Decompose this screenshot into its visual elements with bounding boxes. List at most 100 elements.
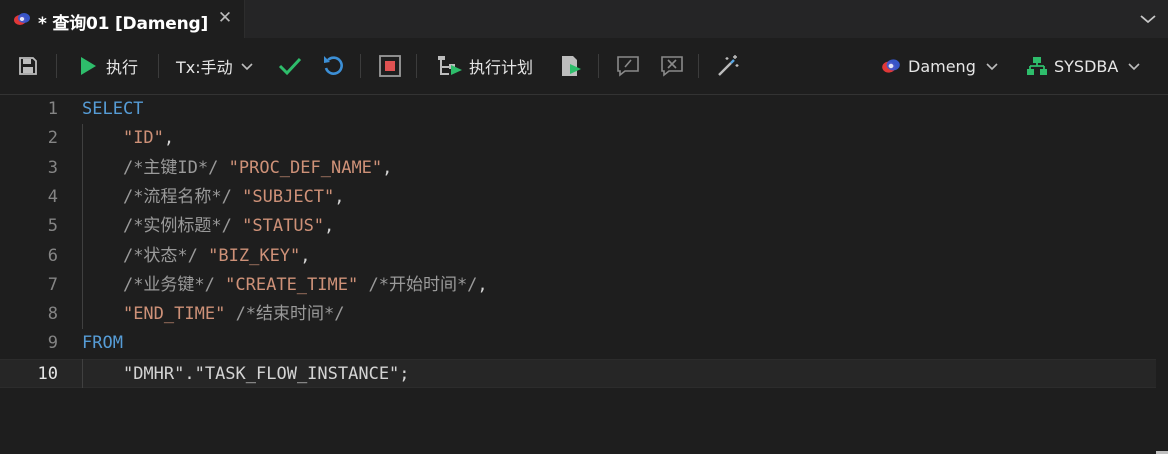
- tab-query01[interactable]: * 查询01 [Dameng] ✕: [0, 0, 245, 38]
- connection-label: Dameng: [908, 56, 976, 76]
- dameng-logo-icon: [882, 59, 900, 73]
- line-number: 1: [47, 99, 58, 119]
- code-line[interactable]: 9 FROM: [0, 329, 1168, 358]
- code-token: "CREATE_TIME": [225, 274, 359, 295]
- code-line[interactable]: 1 SELECT: [0, 95, 1168, 124]
- schema-dropdown[interactable]: SYSDBA: [1026, 52, 1142, 80]
- rollback-button[interactable]: [322, 52, 346, 80]
- toolbar-divider: [698, 54, 699, 78]
- code-text: "ID",: [82, 124, 174, 153]
- execute-label: 执行: [106, 58, 139, 77]
- stop-icon: [379, 55, 401, 77]
- dameng-logo-icon: [14, 13, 30, 25]
- code-text: /*状态*/ "BIZ_KEY",: [82, 242, 311, 271]
- code-line[interactable]: 2 "ID",: [0, 124, 1168, 153]
- execute-button[interactable]: 执行: [78, 52, 138, 80]
- code-line[interactable]: 4 /*流程名称*/ "SUBJECT",: [0, 183, 1168, 212]
- rollback-icon: [324, 56, 343, 75]
- execution-plan-button[interactable]: 执行计划: [437, 52, 533, 80]
- code-token: /*主键ID*/: [122, 157, 219, 178]
- code-line[interactable]: 5 /*实例标题*/ "STATUS",: [0, 212, 1168, 241]
- schema-label: SYSDBA: [1054, 56, 1119, 76]
- code-token: /*业务键*/: [122, 274, 215, 295]
- code-line[interactable]: 3 /*主键ID*/ "PROC_DEF_NAME",: [0, 154, 1168, 183]
- stop-button[interactable]: [378, 52, 402, 80]
- code-text: "END_TIME" /*结束时间*/: [82, 300, 345, 329]
- close-icon[interactable]: ✕: [216, 9, 234, 27]
- sql-editor[interactable]: 1 SELECT 2 "ID", 3 /*主键ID*/ "PROC_DEF_NAME"…: [0, 95, 1168, 454]
- tab-bar: * 查询01 [Dameng] ✕: [0, 0, 1168, 38]
- editor-toolbar: 执行 Tx:手动 执行计划 Dameng SYSDBA: [0, 38, 1168, 95]
- export-button[interactable]: [559, 52, 583, 80]
- code-text: /*业务键*/ "CREATE_TIME" /*开始时间*/,: [82, 271, 488, 300]
- code-text: SELECT: [82, 95, 143, 124]
- toolbar-divider: [416, 54, 417, 78]
- code-token: FROM: [82, 333, 123, 354]
- code-token: "DMHR"."TASK_FLOW_INSTANCE";: [122, 363, 410, 384]
- code-text: /*实例标题*/ "STATUS",: [82, 212, 334, 241]
- chevron-down-icon[interactable]: [1138, 9, 1158, 29]
- line-number: 3: [47, 157, 58, 178]
- code-token: /*实例标题*/: [122, 216, 232, 237]
- code-token: ,: [300, 245, 311, 266]
- line-number: 10: [37, 363, 58, 384]
- code-line[interactable]: 10 "DMHR"."TASK_FLOW_INSTANCE";: [0, 358, 1156, 388]
- code-token: ,: [163, 128, 175, 149]
- code-token: ,: [334, 186, 345, 207]
- chevron-down-icon: [1128, 63, 1140, 71]
- format-sql-button[interactable]: [716, 52, 740, 80]
- line-number: 4: [47, 186, 58, 207]
- uncomment-button[interactable]: [660, 52, 684, 80]
- chevron-down-icon: [241, 63, 253, 71]
- code-token: ,: [324, 216, 335, 237]
- tab-title: * 查询01 [Dameng]: [38, 14, 209, 34]
- toolbar-divider: [158, 54, 159, 78]
- transaction-mode-dropdown[interactable]: Tx:手动: [176, 52, 255, 80]
- indent-guide: [82, 358, 83, 388]
- code-token: /*开始时间*/: [368, 274, 478, 295]
- line-number: 9: [47, 333, 58, 354]
- code-token: "BIZ_KEY": [208, 245, 301, 266]
- uncomment-icon: [661, 56, 683, 77]
- magic-wand-icon: [718, 55, 739, 76]
- save-icon: [19, 57, 37, 75]
- code-line[interactable]: 6 /*状态*/ "BIZ_KEY",: [0, 242, 1168, 271]
- line-number: 2: [47, 128, 58, 149]
- connection-dropdown[interactable]: Dameng: [880, 52, 1000, 80]
- comment-icon: [617, 56, 639, 77]
- code-line[interactable]: 7 /*业务键*/ "CREATE_TIME" /*开始时间*/,: [0, 271, 1168, 300]
- run-icon: [81, 57, 96, 75]
- code-token: /*状态*/: [122, 245, 198, 266]
- code-text: FROM: [82, 329, 123, 358]
- execution-plan-icon: [438, 56, 462, 75]
- save-button[interactable]: [18, 52, 38, 80]
- code-token: ,: [382, 157, 393, 178]
- toolbar-divider: [56, 54, 57, 78]
- comment-button[interactable]: [616, 52, 640, 80]
- code-token: /*结束时间*/: [235, 304, 345, 325]
- code-token: SELECT: [82, 99, 144, 119]
- toolbar-divider: [360, 54, 361, 78]
- code-line[interactable]: 8 "END_TIME" /*结束时间*/: [0, 300, 1168, 329]
- line-number: 6: [47, 245, 58, 266]
- commit-check-icon: [278, 57, 302, 76]
- code-token: "ID": [122, 128, 164, 149]
- code-token: "SUBJECT": [242, 186, 335, 207]
- commit-button[interactable]: [278, 52, 302, 80]
- line-number: 8: [47, 304, 58, 325]
- chevron-down-icon: [986, 63, 998, 71]
- code-text: /*主键ID*/ "PROC_DEF_NAME",: [82, 154, 392, 183]
